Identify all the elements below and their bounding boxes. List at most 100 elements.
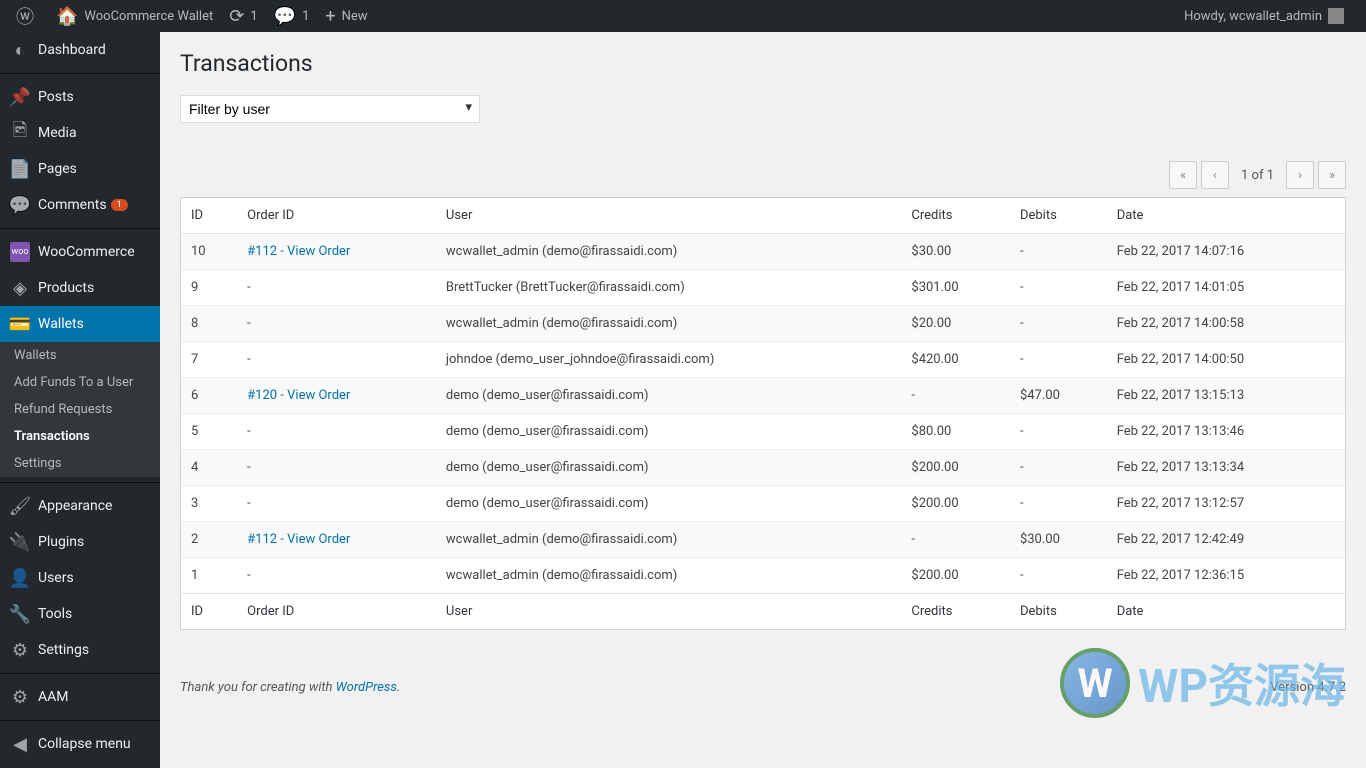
aam-icon: ⚙ bbox=[10, 687, 30, 707]
order-link[interactable]: #112 - View Order bbox=[247, 532, 350, 547]
cell-credits: $20.00 bbox=[901, 306, 1010, 342]
submenu-add-funds[interactable]: Add Funds To a User bbox=[0, 369, 160, 396]
menu-posts[interactable]: 📌Posts bbox=[0, 79, 160, 115]
menu-plugins[interactable]: 🔌Plugins bbox=[0, 524, 160, 560]
menu-aam[interactable]: ⚙AAM bbox=[0, 679, 160, 715]
howdy-link[interactable]: Howdy, wcwallet_admin bbox=[1176, 0, 1352, 32]
submenu-settings[interactable]: Settings bbox=[0, 450, 160, 477]
table-row: 7-johndoe (demo_user_johndoe@firassaidi.… bbox=[181, 342, 1346, 378]
page-next-button[interactable]: › bbox=[1286, 161, 1314, 189]
users-icon: 👤 bbox=[10, 568, 30, 588]
order-link[interactable]: #120 - View Order bbox=[247, 388, 350, 403]
menu-media[interactable]: 🖻Media bbox=[0, 115, 160, 151]
cell-id: 2 bbox=[181, 522, 238, 558]
cell-credits: $301.00 bbox=[901, 270, 1010, 306]
cell-credits: - bbox=[901, 378, 1010, 414]
wordpress-link[interactable]: WordPress bbox=[336, 680, 397, 695]
cell-debits: $30.00 bbox=[1010, 522, 1107, 558]
products-icon: ◈ bbox=[10, 278, 30, 298]
cell-user: BrettTucker (BrettTucker@firassaidi.com) bbox=[436, 270, 901, 306]
menu-tools[interactable]: 🔧Tools bbox=[0, 596, 160, 632]
cell-date: Feb 22, 2017 14:00:58 bbox=[1107, 306, 1346, 342]
wp-logo[interactable]: ⓦ bbox=[8, 0, 48, 32]
cell-credits: $420.00 bbox=[901, 342, 1010, 378]
comments-link[interactable]: 💬1 bbox=[266, 0, 318, 32]
table-row: 4-demo (demo_user@firassaidi.com)$200.00… bbox=[181, 450, 1346, 486]
howdy-text: Howdy, wcwallet_admin bbox=[1184, 9, 1322, 24]
tools-icon: 🔧 bbox=[10, 604, 30, 624]
col-order-id[interactable]: Order ID bbox=[237, 198, 436, 234]
cell-user: wcwallet_admin (demo@firassaidi.com) bbox=[436, 558, 901, 594]
page-prev-button[interactable]: ‹ bbox=[1201, 161, 1229, 189]
col-debits[interactable]: Debits bbox=[1010, 198, 1107, 234]
cell-user: demo (demo_user@firassaidi.com) bbox=[436, 414, 901, 450]
cell-user: wcwallet_admin (demo@firassaidi.com) bbox=[436, 306, 901, 342]
plus-icon: + bbox=[325, 6, 335, 27]
table-row: 6#120 - View Orderdemo (demo_user@firass… bbox=[181, 378, 1346, 414]
new-content-link[interactable]: + New bbox=[317, 0, 375, 32]
menu-wallets[interactable]: 💳Wallets bbox=[0, 306, 160, 342]
table-row: 1-wcwallet_admin (demo@firassaidi.com)$2… bbox=[181, 558, 1346, 594]
cell-credits: $200.00 bbox=[901, 450, 1010, 486]
cell-user: demo (demo_user@firassaidi.com) bbox=[436, 450, 901, 486]
submenu-wallets[interactable]: Wallets bbox=[0, 342, 160, 369]
table-row: 8-wcwallet_admin (demo@firassaidi.com)$2… bbox=[181, 306, 1346, 342]
cell-date: Feb 22, 2017 13:15:13 bbox=[1107, 378, 1346, 414]
cell-date: Feb 22, 2017 14:00:50 bbox=[1107, 342, 1346, 378]
col-credits[interactable]: Credits bbox=[901, 198, 1010, 234]
order-link[interactable]: #112 - View Order bbox=[247, 244, 350, 259]
comments-icon: 💬 bbox=[10, 195, 30, 215]
menu-products[interactable]: ◈Products bbox=[0, 270, 160, 306]
cell-id: 5 bbox=[181, 414, 238, 450]
cell-order: - bbox=[237, 414, 436, 450]
menu-comments[interactable]: 💬Comments1 bbox=[0, 187, 160, 223]
site-name: WooCommerce Wallet bbox=[84, 9, 213, 24]
settings-icon: ⚙ bbox=[10, 640, 30, 660]
menu-settings[interactable]: ⚙Settings bbox=[0, 632, 160, 668]
new-label: New bbox=[342, 9, 368, 24]
cell-id: 10 bbox=[181, 234, 238, 270]
cell-order: #120 - View Order bbox=[237, 378, 436, 414]
col-date[interactable]: Date bbox=[1107, 198, 1346, 234]
col-user[interactable]: User bbox=[436, 198, 901, 234]
page-last-button[interactable]: » bbox=[1318, 161, 1346, 189]
collapse-menu[interactable]: ◀Collapse menu bbox=[0, 726, 160, 762]
filter-by-user-select[interactable]: Filter by user bbox=[180, 95, 480, 123]
cell-id: 3 bbox=[181, 486, 238, 522]
table-row: 5-demo (demo_user@firassaidi.com)$80.00-… bbox=[181, 414, 1346, 450]
menu-users[interactable]: 👤Users bbox=[0, 560, 160, 596]
pages-icon: 📄 bbox=[10, 159, 30, 179]
updates-count: 1 bbox=[250, 9, 257, 24]
cell-debits: $47.00 bbox=[1010, 378, 1107, 414]
pagination: « ‹ 1 of 1 › » bbox=[180, 161, 1346, 189]
cell-debits: - bbox=[1010, 342, 1107, 378]
updates-link[interactable]: ⟳1 bbox=[221, 0, 265, 32]
page-first-button[interactable]: « bbox=[1169, 161, 1197, 189]
menu-dashboard[interactable]: ◐Dashboard bbox=[0, 32, 160, 68]
submenu-refund-requests[interactable]: Refund Requests bbox=[0, 396, 160, 423]
menu-pages[interactable]: 📄Pages bbox=[0, 151, 160, 187]
cell-debits: - bbox=[1010, 414, 1107, 450]
cell-date: Feb 22, 2017 13:13:34 bbox=[1107, 450, 1346, 486]
submenu-transactions[interactable]: Transactions bbox=[0, 423, 160, 450]
cell-id: 1 bbox=[181, 558, 238, 594]
menu-woocommerce[interactable]: wooWooCommerce bbox=[0, 234, 160, 270]
cell-date: Feb 22, 2017 14:07:16 bbox=[1107, 234, 1346, 270]
cell-credits: - bbox=[901, 522, 1010, 558]
cell-id: 8 bbox=[181, 306, 238, 342]
comment-icon: 💬 bbox=[274, 6, 296, 27]
transactions-table: ID Order ID User Credits Debits Date 10 #… bbox=[180, 197, 1346, 630]
col-id[interactable]: ID bbox=[181, 198, 238, 234]
main-content: Transactions Filter by user « ‹ 1 of 1 ›… bbox=[160, 32, 1366, 768]
footer-thankyou: Thank you for creating with bbox=[180, 680, 336, 695]
menu-appearance[interactable]: 🖌Appearance bbox=[0, 488, 160, 524]
admin-sidebar: ◐Dashboard 📌Posts 🖻Media 📄Pages 💬Comment… bbox=[0, 32, 160, 768]
table-row: 3-demo (demo_user@firassaidi.com)$200.00… bbox=[181, 486, 1346, 522]
cell-order: - bbox=[237, 558, 436, 594]
cell-user: demo (demo_user@firassaidi.com) bbox=[436, 378, 901, 414]
woocommerce-icon: woo bbox=[10, 242, 30, 262]
cell-id: 9 bbox=[181, 270, 238, 306]
cell-debits: - bbox=[1010, 486, 1107, 522]
site-name-link[interactable]: 🏠WooCommerce Wallet bbox=[48, 0, 221, 32]
cell-user: johndoe (demo_user_johndoe@firassaidi.co… bbox=[436, 342, 901, 378]
